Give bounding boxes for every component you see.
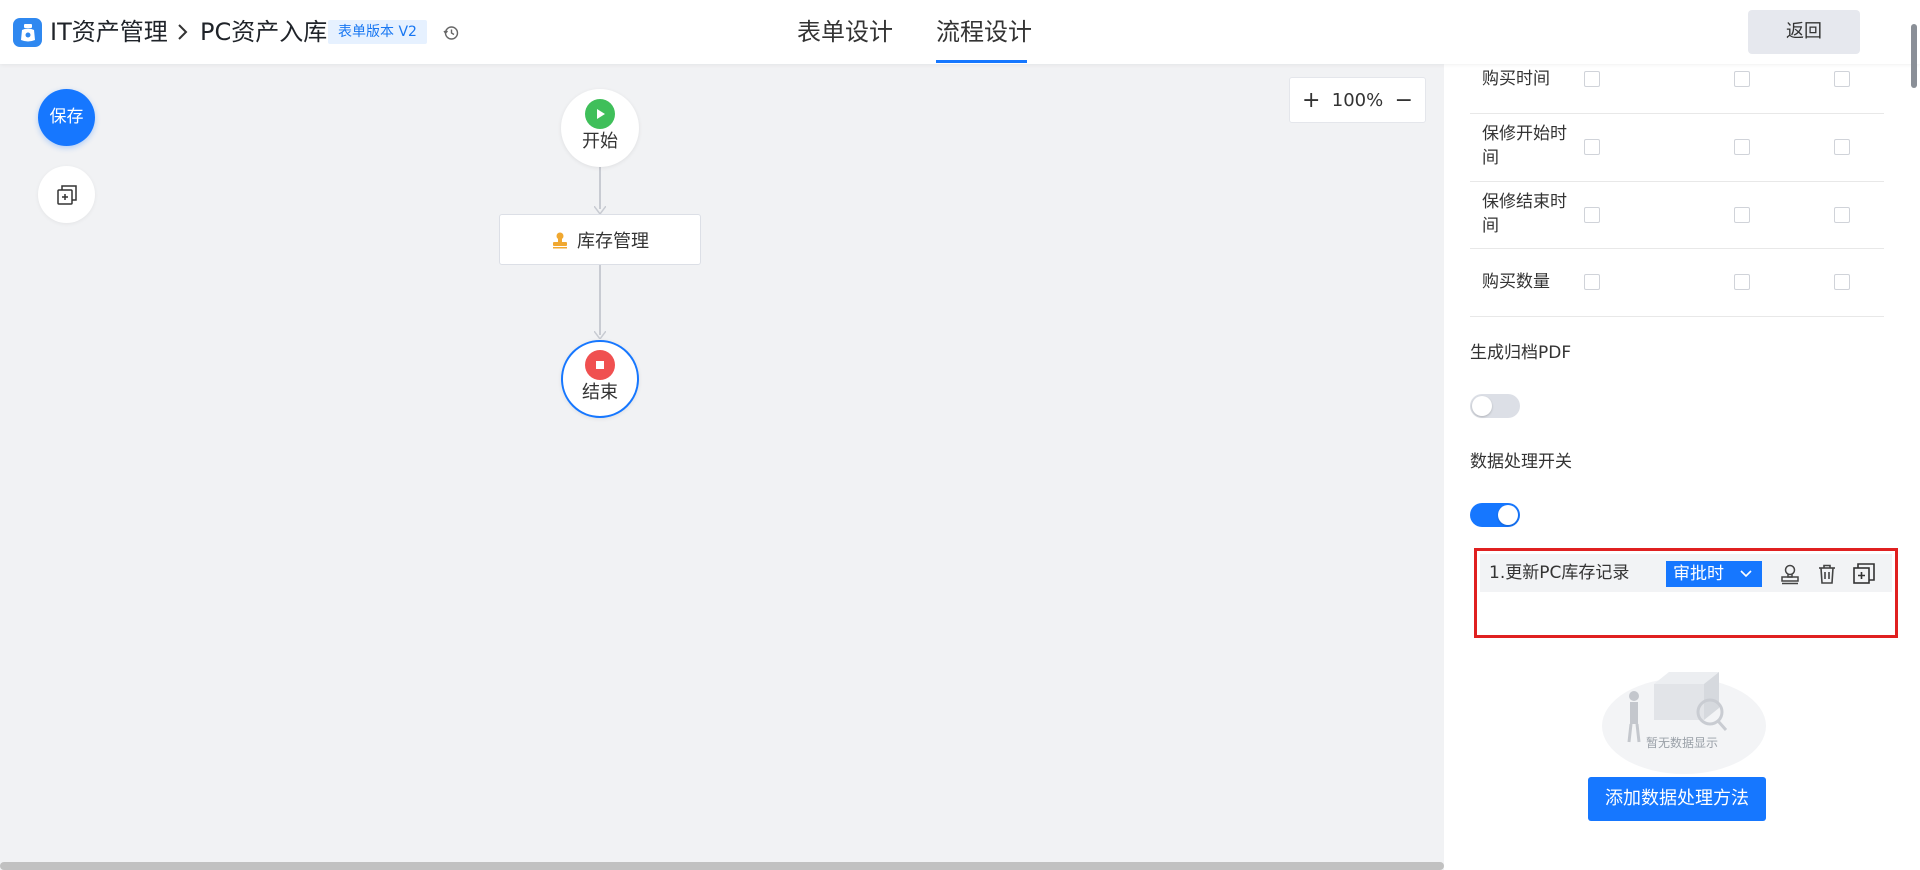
- field-label: 保修结束时间: [1482, 192, 1567, 236]
- copy-method-button[interactable]: [1851, 561, 1877, 587]
- stop-icon: [585, 350, 615, 380]
- chevron-down-icon: [1740, 570, 1752, 578]
- end-node-label: 结束: [582, 382, 618, 403]
- save-button[interactable]: 保存: [38, 89, 95, 146]
- approver-stamp-icon: [553, 232, 567, 248]
- field-label: 购买时间: [1482, 69, 1550, 89]
- page-title: PC资产入库: [200, 18, 328, 46]
- field-label: 保修开始时间: [1482, 124, 1567, 168]
- data-processing-label: 数据处理开关: [1470, 452, 1572, 472]
- flow-connector: [599, 167, 601, 209]
- delete-method-button[interactable]: [1814, 561, 1840, 587]
- data-method-row: 1.更新PC库存记录 审批时: [1480, 554, 1892, 592]
- trigger-select[interactable]: 审批时: [1666, 561, 1762, 587]
- horizontal-scrollbar[interactable]: [0, 862, 1444, 870]
- zoom-control: + 100% −: [1289, 77, 1426, 123]
- required-checkbox[interactable]: [1834, 274, 1850, 290]
- version-tag[interactable]: 表单版本 V2: [328, 20, 427, 44]
- user-stamp-icon: [1781, 564, 1799, 585]
- required-checkbox[interactable]: [1834, 207, 1850, 223]
- arrow-head: [594, 206, 606, 214]
- editable-checkbox[interactable]: [1734, 274, 1750, 290]
- visible-checkbox[interactable]: [1584, 274, 1600, 290]
- zoom-in-button[interactable]: +: [1302, 88, 1320, 113]
- field-label: 购买数量: [1482, 272, 1550, 292]
- zoom-level: 100%: [1331, 89, 1384, 111]
- play-icon: [585, 99, 615, 129]
- editable-checkbox[interactable]: [1734, 71, 1750, 87]
- editable-checkbox[interactable]: [1734, 139, 1750, 155]
- trash-icon: [1819, 564, 1835, 584]
- table-row: 保修开始时间: [1470, 114, 1884, 182]
- empty-state-text: 暂无数据显示: [1645, 736, 1718, 750]
- required-checkbox[interactable]: [1834, 139, 1850, 155]
- empty-state-illustration: [1602, 672, 1766, 774]
- end-node[interactable]: 结束: [561, 340, 639, 418]
- field-permission-table: 购买时间 保修开始时间 保修结束时间 购买数量: [1470, 64, 1884, 317]
- add-data-method-button[interactable]: 添加数据处理方法: [1588, 777, 1766, 821]
- visible-checkbox[interactable]: [1584, 71, 1600, 87]
- start-node[interactable]: 开始: [561, 89, 639, 167]
- task-node-label: 库存管理: [577, 230, 649, 252]
- archive-pdf-toggle[interactable]: [1470, 394, 1520, 418]
- table-row: 购买时间: [1470, 64, 1884, 114]
- copy-add-icon: [56, 184, 77, 205]
- flow-connector: [599, 265, 601, 335]
- active-tab-indicator: [936, 60, 1027, 63]
- tab-flow-design[interactable]: 流程设计: [936, 16, 1032, 48]
- top-header: IT资产管理 PC资产入库 表单版本 V2 表单设计 流程设计 返回: [0, 0, 1920, 64]
- visible-checkbox[interactable]: [1584, 207, 1600, 223]
- history-icon[interactable]: [442, 24, 460, 42]
- task-node-inventory[interactable]: 库存管理: [499, 214, 701, 265]
- required-checkbox[interactable]: [1834, 71, 1850, 87]
- zoom-out-button[interactable]: −: [1395, 88, 1413, 113]
- arrow-head: [594, 331, 606, 339]
- table-row: 保修结束时间: [1470, 182, 1884, 249]
- data-processing-toggle[interactable]: [1470, 503, 1520, 527]
- start-node-label: 开始: [582, 131, 618, 152]
- properties-panel: 购买时间 保修开始时间 保修结束时间 购买数量 生成归档PDF 数据处理开关 1…: [1444, 64, 1920, 870]
- visible-checkbox[interactable]: [1584, 139, 1600, 155]
- app-name[interactable]: IT资产管理: [50, 16, 168, 48]
- copy-add-icon: [1853, 563, 1875, 584]
- approver-config-button[interactable]: [1777, 561, 1803, 587]
- app-logo-icon[interactable]: [13, 18, 42, 47]
- archive-pdf-label: 生成归档PDF: [1470, 343, 1572, 363]
- vertical-scrollbar[interactable]: [1911, 24, 1917, 88]
- table-row: 购买数量: [1470, 249, 1884, 317]
- back-button[interactable]: 返回: [1748, 10, 1860, 54]
- editable-checkbox[interactable]: [1734, 207, 1750, 223]
- data-method-item-highlight: 1.更新PC库存记录 审批时: [1474, 548, 1898, 638]
- chevron-right-icon: [178, 24, 188, 40]
- tab-form-design[interactable]: 表单设计: [797, 16, 893, 48]
- data-method-name: 1.更新PC库存记录: [1489, 563, 1630, 583]
- trigger-select-value: 审批时: [1673, 564, 1724, 584]
- copy-button[interactable]: [38, 166, 95, 223]
